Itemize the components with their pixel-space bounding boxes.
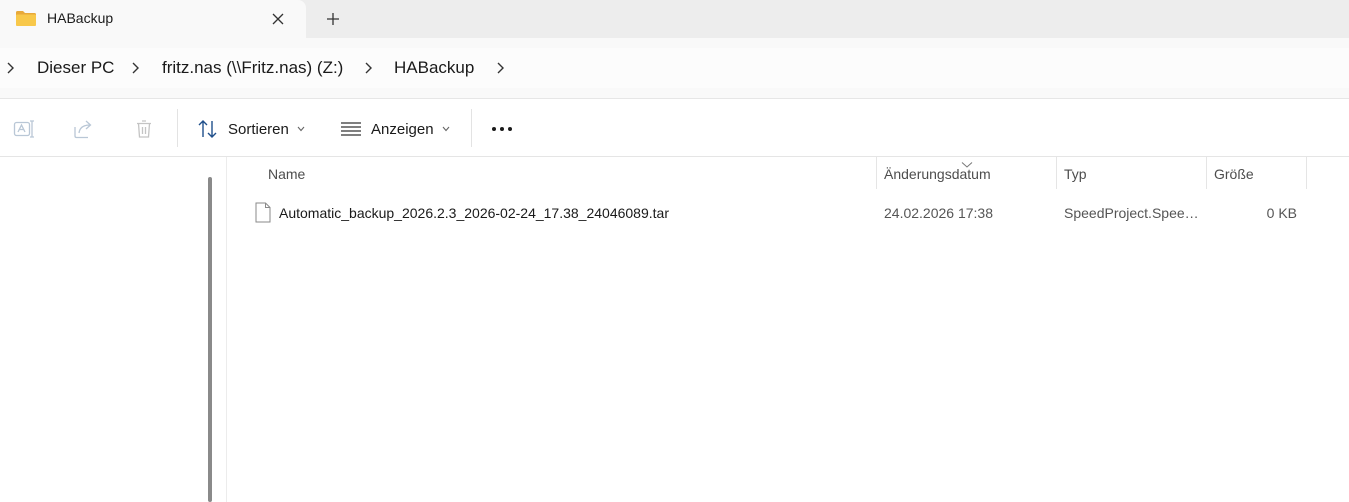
command-divider — [177, 109, 178, 147]
delete-icon[interactable] — [133, 118, 155, 140]
column-separator[interactable] — [876, 157, 877, 189]
file-name: Automatic_backup_2026.2.3_2026-02-24_17.… — [279, 205, 669, 221]
file-row[interactable]: Automatic_backup_2026.2.3_2026-02-24_17.… — [249, 197, 1309, 229]
view-button[interactable]: Anzeigen — [340, 115, 450, 143]
nav-scrollbar[interactable] — [206, 177, 216, 502]
breadcrumb-item-habackup[interactable]: HABackup — [394, 58, 474, 78]
breadcrumb-item-this-pc[interactable]: Dieser PC — [37, 58, 114, 78]
chevron-right-icon[interactable] — [494, 61, 506, 75]
chevron-down-icon — [297, 126, 305, 132]
share-icon[interactable] — [73, 118, 95, 140]
chevron-down-icon — [442, 126, 450, 132]
view-label: Anzeigen — [371, 120, 434, 138]
file-list: Name Änderungsdatum Typ Größe Automatic_… — [227, 157, 1349, 502]
plus-icon[interactable] — [322, 8, 344, 30]
breadcrumb-item-drive[interactable]: fritz.nas (\\Fritz.nas) (Z:) — [162, 58, 343, 78]
tab-title: HABackup — [47, 10, 114, 26]
column-separator[interactable] — [1056, 157, 1057, 189]
column-header-type[interactable]: Typ — [1064, 157, 1087, 189]
file-icon — [255, 202, 271, 228]
navigation-pane — [0, 157, 227, 502]
folder-icon — [15, 9, 37, 32]
command-bar: Sortieren Anzeigen — [0, 98, 1349, 157]
chevron-right-icon[interactable] — [129, 61, 141, 75]
column-header-date[interactable]: Änderungsdatum — [884, 157, 991, 189]
tab-bar: HABackup — [0, 0, 1349, 38]
more-icon[interactable] — [491, 118, 513, 140]
sort-button[interactable]: Sortieren — [197, 115, 305, 143]
chevron-right-icon[interactable] — [4, 61, 16, 75]
sort-icon — [197, 119, 219, 139]
breadcrumb[interactable]: Dieser PC fritz.nas (\\Fritz.nas) (Z:) H… — [0, 48, 1349, 88]
address-bar: Dieser PC fritz.nas (\\Fritz.nas) (Z:) H… — [0, 38, 1349, 98]
file-date: 24.02.2026 17:38 — [884, 205, 993, 221]
rename-icon[interactable] — [13, 118, 35, 140]
column-separator[interactable] — [1206, 157, 1207, 189]
close-icon[interactable] — [268, 9, 288, 29]
file-type: SpeedProject.Spee… — [1064, 205, 1199, 221]
column-separator[interactable] — [1306, 157, 1307, 189]
command-divider — [471, 109, 472, 147]
view-icon — [340, 121, 362, 137]
chevron-right-icon[interactable] — [362, 61, 374, 75]
sort-label: Sortieren — [228, 120, 289, 138]
column-header-size[interactable]: Größe — [1214, 157, 1254, 189]
tab-habackup[interactable]: HABackup — [0, 0, 306, 38]
nav-scrollbar-thumb[interactable] — [208, 177, 212, 502]
file-size: 0 KB — [1266, 205, 1297, 221]
column-header-name[interactable]: Name — [268, 157, 305, 189]
